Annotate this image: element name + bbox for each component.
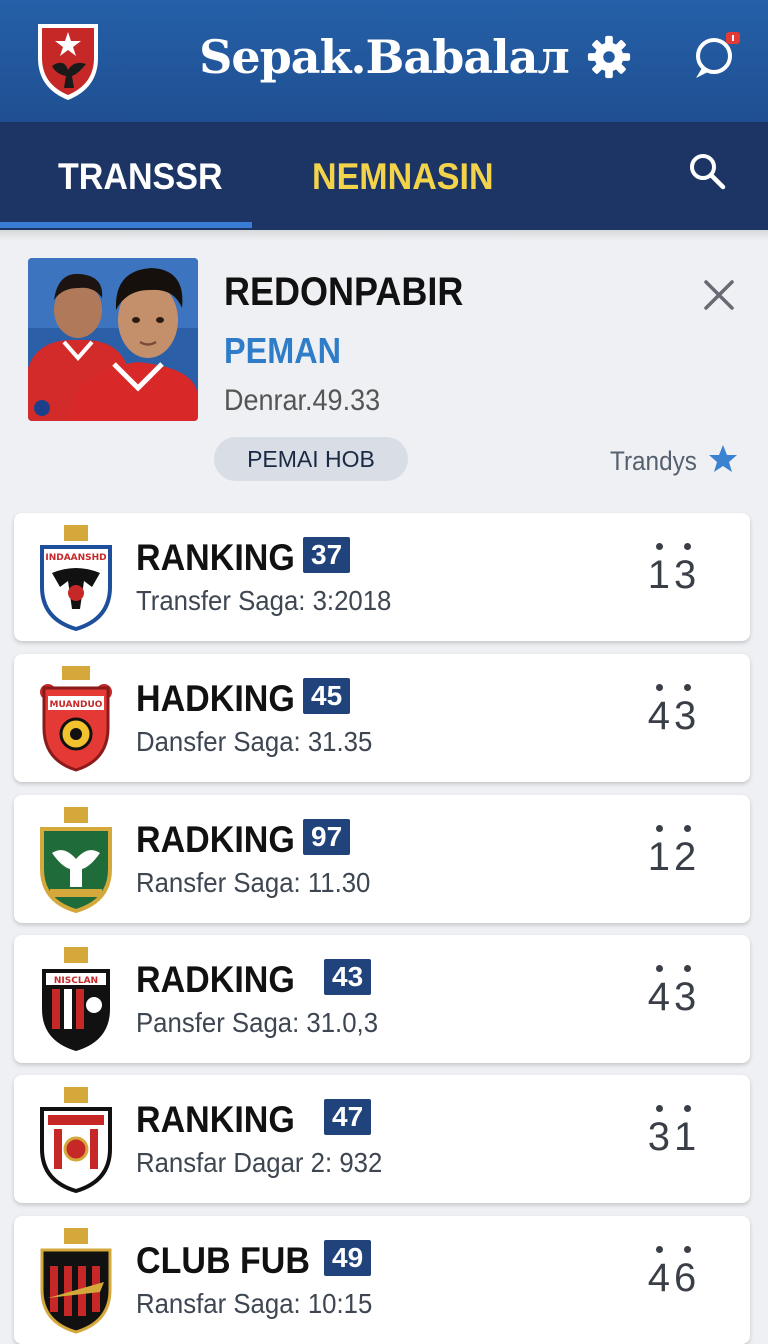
player-tag-button[interactable]: PEMAI HOB [214,437,408,481]
ranking-title: HADKING [136,678,295,719]
club-crest-icon [40,1087,112,1193]
player-photo[interactable] [28,258,198,421]
transfer-info: Dansfer Saga: 31.35 [136,726,373,757]
ranking-title: RANKING [136,537,295,578]
dots-decoration [654,825,694,833]
rank-badge: 37 [303,537,351,573]
player-date: Denrar.49.33 [224,384,381,417]
rank-badge: 47 [324,1099,372,1135]
club-crest-icon: INDAANSHD [40,525,112,631]
tab-shadow [0,230,768,240]
ranking-title: CLUB FUB [136,1240,310,1281]
dots-decoration [654,1246,694,1254]
settings-gear-icon[interactable] [586,34,632,80]
star-icon[interactable] [708,444,738,474]
rank-badge: 97 [303,819,351,855]
player-role: PEMAN [224,330,342,371]
ranking-title: RANKING [136,1099,295,1140]
club-crest-icon [40,1228,112,1334]
trending-label[interactable]: Trandys [610,446,697,477]
close-icon[interactable] [700,276,738,314]
transfer-info: Ransfar Saga: 10:15 [136,1288,373,1319]
row-score: 13 [647,553,701,597]
ranking-title: RADKING [136,819,295,860]
svg-text:INDAANSHD: INDAANSHD [45,553,106,563]
app-title: Sepak.Babalaл [199,30,570,84]
svg-text:MUANDUO: MUANDUO [50,700,103,710]
app-header: Sepak.Babalaл [0,0,768,122]
transfer-info: Ransfer Saga: 11.30 [136,867,371,898]
rank-badge: 45 [303,678,351,714]
row-score: 43 [647,694,701,738]
active-tab-indicator [0,222,252,228]
club-crest-icon: NISCLAN [42,947,110,1051]
chat-bubble-icon[interactable] [690,28,744,82]
transfer-info: Pansfer Saga: 31.0,3 [136,1007,379,1038]
ranking-row[interactable]: RADKING 97 Ransfer Saga: 11.30 12 [14,795,750,923]
rank-badge: 43 [324,959,372,995]
player-name: REDONPABIR [224,270,464,314]
row-score: 31 [647,1115,701,1159]
rank-badge: 49 [324,1240,372,1276]
tab-bar: TRANSSR NEMNASIN [0,122,768,230]
ranking-row[interactable]: MUANDUO HADKING 45 Dansfer Saga: 31.35 4… [14,654,750,782]
dots-decoration [654,965,694,973]
search-icon[interactable] [686,150,728,192]
ranking-row[interactable]: CLUB FUB 49 Ransfar Saga: 10:15 46 [14,1216,750,1344]
club-crest-icon: MUANDUO [40,666,112,772]
tab-nominasi[interactable]: NEMNASIN [312,156,494,198]
dots-decoration [654,543,694,551]
ranking-row[interactable]: INDAANSHD RANKING 37 Transfer Saga: 3:20… [14,513,750,641]
row-score: 12 [647,835,701,879]
transfer-info: Ransfar Dagar 2: 932 [136,1147,383,1178]
transfer-info: Transfer Saga: 3:2018 [136,585,392,616]
dots-decoration [654,684,694,692]
club-crest-icon [40,807,112,913]
dots-decoration [654,1105,694,1113]
ranking-row[interactable]: NISCLAN RADKING 43 Pansfer Saga: 31.0,3 … [14,935,750,1063]
ranking-row[interactable]: RANKING 47 Ransfar Dagar 2: 932 31 [14,1075,750,1203]
row-score: 46 [647,1256,701,1300]
ranking-title: RADKING [136,959,295,1000]
svg-text:NISCLAN: NISCLAN [54,976,98,986]
row-score: 43 [647,975,701,1019]
tab-transfer[interactable]: TRANSSR [58,156,223,198]
